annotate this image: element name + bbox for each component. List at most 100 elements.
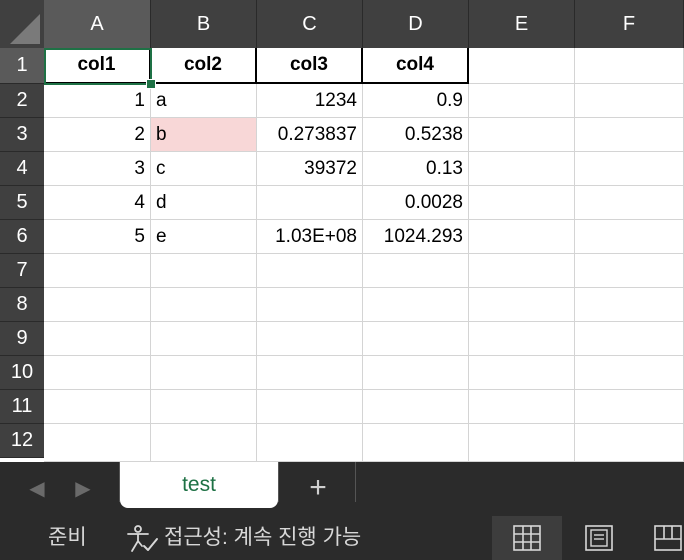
cell-f2[interactable]	[575, 84, 684, 118]
cell-b10[interactable]	[151, 356, 257, 390]
cell-e7[interactable]	[469, 254, 575, 288]
cell-a3[interactable]: 2	[44, 118, 151, 152]
cell-d6[interactable]: 1024.293	[363, 220, 469, 254]
cell-f6[interactable]	[575, 220, 684, 254]
cell-e2[interactable]	[469, 84, 575, 118]
cell-f1[interactable]	[575, 48, 684, 84]
cell-d12[interactable]	[363, 424, 469, 462]
cell-a12[interactable]	[44, 424, 151, 462]
cell-d4[interactable]: 0.13	[363, 152, 469, 186]
cell-d3[interactable]: 0.5238	[363, 118, 469, 152]
cell-c11[interactable]	[257, 390, 363, 424]
cell-d5[interactable]: 0.0028	[363, 186, 469, 220]
row-header-1[interactable]: 1	[0, 48, 44, 84]
cell-b3[interactable]: b	[151, 118, 257, 152]
cell-c6[interactable]: 1.03E+08	[257, 220, 363, 254]
cell-a11[interactable]	[44, 390, 151, 424]
cell-c8[interactable]	[257, 288, 363, 322]
select-all-button[interactable]	[0, 0, 44, 48]
cell-a5[interactable]: 4	[44, 186, 151, 220]
cell-c10[interactable]	[257, 356, 363, 390]
cell-f5[interactable]	[575, 186, 684, 220]
row-header-8[interactable]: 8	[0, 288, 44, 322]
cell-a4[interactable]: 3	[44, 152, 151, 186]
cell-b4[interactable]: c	[151, 152, 257, 186]
normal-view-icon[interactable]	[492, 516, 562, 560]
row-header-10[interactable]: 10	[0, 356, 44, 390]
cell-f4[interactable]	[575, 152, 684, 186]
cell-c7[interactable]	[257, 254, 363, 288]
cell-f7[interactable]	[575, 254, 684, 288]
cell-c5[interactable]	[257, 186, 363, 220]
column-header-e[interactable]: E	[469, 0, 575, 48]
cell-e6[interactable]	[469, 220, 575, 254]
accessibility-check-icon[interactable]	[126, 525, 160, 553]
cell-a10[interactable]	[44, 356, 151, 390]
column-header-c[interactable]: C	[257, 0, 363, 48]
row-header-4[interactable]: 4	[0, 152, 44, 186]
cell-e10[interactable]	[469, 356, 575, 390]
row-header-5[interactable]: 5	[0, 186, 44, 220]
row-header-12[interactable]: 12	[0, 424, 44, 458]
cell-a6[interactable]: 5	[44, 220, 151, 254]
column-header-b[interactable]: B	[151, 0, 257, 48]
row-header-9[interactable]: 9	[0, 322, 44, 356]
cell-b9[interactable]	[151, 322, 257, 356]
cell-d1[interactable]: col4	[363, 48, 469, 84]
cell-d2[interactable]: 0.9	[363, 84, 469, 118]
cell-b8[interactable]	[151, 288, 257, 322]
cell-d8[interactable]	[363, 288, 469, 322]
cell-f12[interactable]	[575, 424, 684, 462]
cell-e4[interactable]	[469, 152, 575, 186]
cell-f3[interactable]	[575, 118, 684, 152]
cell-c12[interactable]	[257, 424, 363, 462]
cell-c4[interactable]: 39372	[257, 152, 363, 186]
cell-d11[interactable]	[363, 390, 469, 424]
cell-b11[interactable]	[151, 390, 257, 424]
cell-b6[interactable]: e	[151, 220, 257, 254]
cell-e3[interactable]	[469, 118, 575, 152]
sheet-tab-test[interactable]: test	[120, 462, 278, 508]
cell-b5[interactable]: d	[151, 186, 257, 220]
cell-b7[interactable]	[151, 254, 257, 288]
cell-d9[interactable]	[363, 322, 469, 356]
cell-d7[interactable]	[363, 254, 469, 288]
cell-e12[interactable]	[469, 424, 575, 462]
column-header-f[interactable]: F	[575, 0, 684, 48]
row-header-11[interactable]: 11	[0, 390, 44, 424]
cell-e5[interactable]	[469, 186, 575, 220]
cell-a2[interactable]: 1	[44, 84, 151, 118]
cell-e11[interactable]	[469, 390, 575, 424]
cell-a9[interactable]	[44, 322, 151, 356]
cell-b1[interactable]: col2	[151, 48, 257, 84]
cell-f10[interactable]	[575, 356, 684, 390]
cell-f8[interactable]	[575, 288, 684, 322]
row-header-7[interactable]: 7	[0, 254, 44, 288]
cell-a7[interactable]	[44, 254, 151, 288]
column-header-d[interactable]: D	[363, 0, 469, 48]
row-header-3[interactable]: 3	[0, 118, 44, 152]
chevron-left-icon[interactable]: ◀	[26, 476, 48, 502]
cell-c2[interactable]: 1234	[257, 84, 363, 118]
cell-f9[interactable]	[575, 322, 684, 356]
cell-d10[interactable]	[363, 356, 469, 390]
page-layout-view-icon[interactable]	[564, 516, 634, 560]
cell-a8[interactable]	[44, 288, 151, 322]
cell-c9[interactable]	[257, 322, 363, 356]
fill-handle[interactable]	[146, 79, 156, 89]
cell-e1[interactable]	[469, 48, 575, 84]
page-break-preview-icon[interactable]	[636, 516, 684, 560]
cell-f11[interactable]	[575, 390, 684, 424]
add-sheet-button[interactable]: +	[304, 472, 332, 504]
row-header-2[interactable]: 2	[0, 84, 44, 118]
chevron-right-icon[interactable]: ▶	[72, 476, 94, 502]
cell-b12[interactable]	[151, 424, 257, 462]
column-header-a[interactable]: A	[44, 0, 151, 48]
row-header-6[interactable]: 6	[0, 220, 44, 254]
cell-c1[interactable]: col3	[257, 48, 363, 84]
cell-e9[interactable]	[469, 322, 575, 356]
cell-e8[interactable]	[469, 288, 575, 322]
accessibility-status[interactable]: 접근성: 계속 진행 가능	[164, 516, 361, 560]
cell-a1[interactable]: col1	[44, 48, 151, 84]
cell-b2[interactable]: a	[151, 84, 257, 118]
